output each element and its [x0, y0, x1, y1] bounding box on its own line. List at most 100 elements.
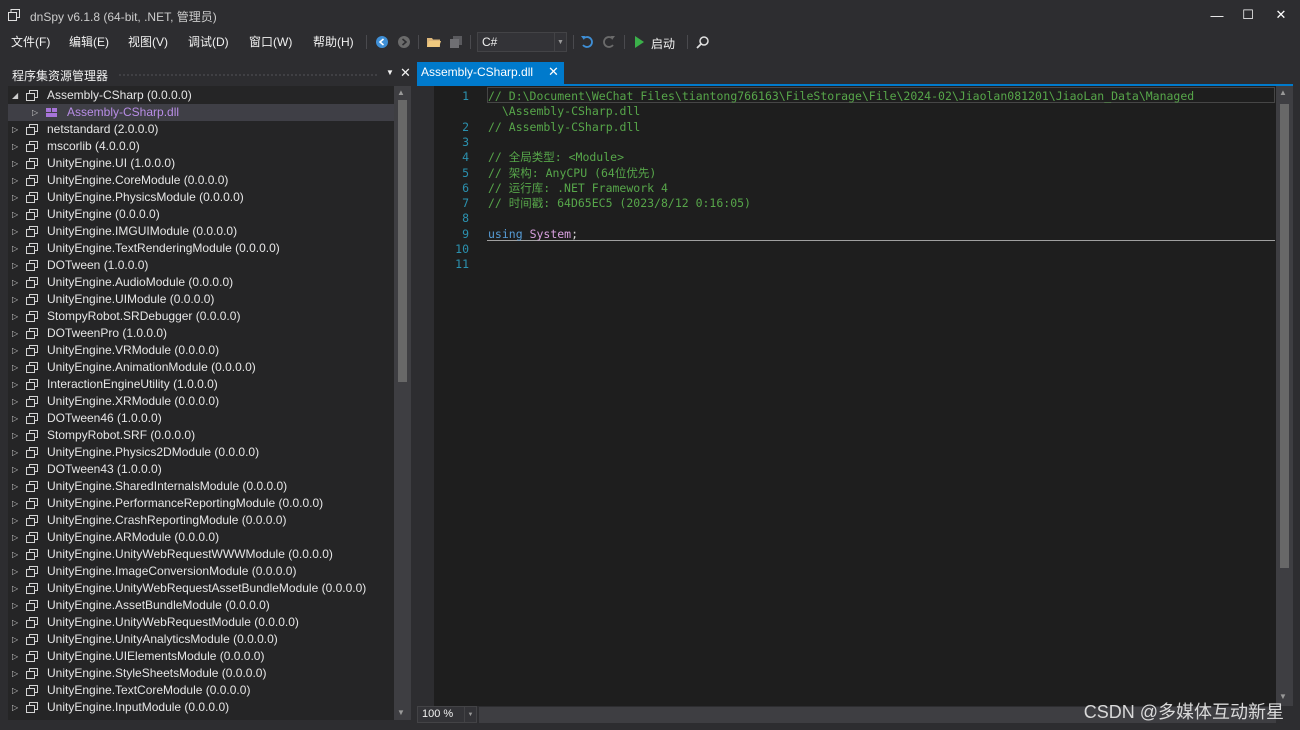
code-line[interactable]: // 运行库: .NET Framework 4	[488, 181, 668, 195]
tree-item-assembly[interactable]: ▷ UnityEngine.SharedInternalsModule (0.0.…	[8, 478, 394, 495]
scroll-up-icon[interactable]: ▲	[1279, 88, 1287, 97]
tree-item-assembly[interactable]: ▷ UnityEngine.StyleSheetsModule (0.0.0.0)	[8, 665, 394, 682]
tree-item-module[interactable]: ▷ Assembly-CSharp.dll	[8, 104, 394, 121]
tree-item-assembly[interactable]: ▷ StompyRobot.SRDebugger (0.0.0.0)	[8, 308, 394, 325]
expand-arrow-icon[interactable]: ▷	[12, 359, 22, 376]
expand-arrow-icon[interactable]: ▷	[12, 665, 22, 682]
tree-item-assembly[interactable]: ▷ UnityEngine.AudioModule (0.0.0.0)	[8, 274, 394, 291]
undo-icon[interactable]	[578, 33, 596, 51]
expand-arrow-icon[interactable]: ▷	[12, 206, 22, 223]
code-line[interactable]: // 全局类型: <Module>	[488, 150, 624, 164]
expand-arrow-icon[interactable]: ▷	[12, 393, 22, 410]
menu-edit[interactable]: 编辑(E)	[67, 33, 111, 50]
tree-item-assembly[interactable]: ▷ DOTween46 (1.0.0.0)	[8, 410, 394, 427]
maximize-button[interactable]: ☐	[1231, 0, 1265, 30]
back-icon[interactable]	[373, 33, 391, 51]
expand-arrow-icon[interactable]: ▷	[12, 512, 22, 529]
tree-item-assembly[interactable]: ▷ UnityEngine.XRModule (0.0.0.0)	[8, 393, 394, 410]
expand-arrow-icon[interactable]: ▷	[12, 342, 22, 359]
tree-item-assembly[interactable]: ▷ UnityEngine.UIModule (0.0.0.0)	[8, 291, 394, 308]
tree-item-assembly[interactable]: ▷ UnityEngine.TextCoreModule (0.0.0.0)	[8, 682, 394, 699]
expand-arrow-icon[interactable]: ▷	[12, 189, 22, 206]
expand-arrow-icon[interactable]: ▷	[12, 478, 22, 495]
code-line[interactable]: // 架构: AnyCPU (64位优先)	[488, 166, 656, 180]
code-line[interactable]: // D:\Document\WeChat Files\tiantong7661…	[488, 89, 1194, 103]
tree-item-assembly[interactable]: ▷ UnityEngine.PhysicsModule (0.0.0.0)	[8, 189, 394, 206]
expand-arrow-icon[interactable]: ▷	[12, 121, 22, 138]
expand-arrow-icon[interactable]: ▷	[12, 495, 22, 512]
tree-item-assembly[interactable]: ▷ UnityEngine.UnityWebRequestAssetBundleM…	[8, 580, 394, 597]
tree-item-assembly[interactable]: ▷ UnityEngine.CoreModule (0.0.0.0)	[8, 172, 394, 189]
tree-item-assembly[interactable]: ▷ UnityEngine.ARModule (0.0.0.0)	[8, 529, 394, 546]
expand-arrow-icon[interactable]: ▷	[12, 461, 22, 478]
expand-arrow-icon[interactable]: ▷	[12, 614, 22, 631]
expand-arrow-icon[interactable]: ▷	[12, 410, 22, 427]
tree-item-assembly[interactable]: ▷ UnityEngine.Physics2DModule (0.0.0.0)	[8, 444, 394, 461]
expand-arrow-icon[interactable]: ▷	[12, 444, 22, 461]
collapse-arrow-icon[interactable]: ◢	[12, 87, 22, 104]
expand-arrow-icon[interactable]: ▷	[12, 699, 22, 716]
close-icon[interactable]: ✕	[548, 64, 559, 80]
expand-arrow-icon[interactable]: ▷	[12, 138, 22, 155]
redo-icon[interactable]	[600, 33, 618, 51]
expand-arrow-icon[interactable]: ▷	[12, 631, 22, 648]
tree-item-assembly[interactable]: ▷ UnityEngine.ImageConversionModule (0.0.…	[8, 563, 394, 580]
minimize-button[interactable]: —	[1200, 0, 1234, 30]
tree-item-assembly[interactable]: ▷ DOTween (1.0.0.0)	[8, 257, 394, 274]
expand-arrow-icon[interactable]: ▷	[12, 682, 22, 699]
tree-item-assembly[interactable]: ▷ UnityEngine.IMGUIModule (0.0.0.0)	[8, 223, 394, 240]
expand-arrow-icon[interactable]: ▷	[12, 648, 22, 665]
tree-item-assembly[interactable]: ▷ UnityEngine.TextRenderingModule (0.0.0.…	[8, 240, 394, 257]
tree-item-assembly[interactable]: ▷ UnityEngine.UI (1.0.0.0)	[8, 155, 394, 172]
expand-arrow-icon[interactable]: ▷	[12, 597, 22, 614]
expand-arrow-icon[interactable]: ▷	[12, 325, 22, 342]
editor-vertical-scrollbar[interactable]: ▲ ▼	[1276, 86, 1293, 706]
expand-arrow-icon[interactable]: ▷	[12, 529, 22, 546]
tree-item-assembly[interactable]: ▷ InteractionEngineUtility (1.0.0.0)	[8, 376, 394, 393]
close-window-button[interactable]: ✕	[1264, 0, 1298, 30]
tab-assembly-csharp-dll[interactable]: Assembly-CSharp.dll ✕	[417, 62, 564, 84]
code-line[interactable]: \Assembly-CSharp.dll	[488, 104, 640, 118]
expand-arrow-icon[interactable]: ▷	[12, 580, 22, 597]
forward-icon[interactable]	[395, 33, 413, 51]
expand-arrow-icon[interactable]: ▷	[12, 376, 22, 393]
expand-arrow-icon[interactable]: ▷	[12, 427, 22, 444]
search-icon[interactable]	[694, 33, 712, 51]
tree-item-assembly[interactable]: ▷ DOTween43 (1.0.0.0)	[8, 461, 394, 478]
code-editor[interactable]: 1 // D:\Document\WeChat Files\tiantong766…	[417, 86, 1293, 706]
tree-item-assembly[interactable]: ▷ UnityEngine.UnityWebRequestModule (0.0.…	[8, 614, 394, 631]
expand-arrow-icon[interactable]: ▷	[12, 563, 22, 580]
close-icon[interactable]: ✕	[400, 65, 411, 81]
expand-arrow-icon[interactable]: ▷	[12, 155, 22, 172]
tree-item-assembly[interactable]: ▷ netstandard (2.0.0.0)	[8, 121, 394, 138]
expand-arrow-icon[interactable]: ▷	[12, 257, 22, 274]
tree-item-assembly[interactable]: ▷ UnityEngine.UIElementsModule (0.0.0.0)	[8, 648, 394, 665]
tree-item-assembly[interactable]: ▷ UnityEngine.AnimationModule (0.0.0.0)	[8, 359, 394, 376]
scroll-down-icon[interactable]: ▼	[397, 708, 405, 717]
zoom-select[interactable]: 100 % ▼	[417, 706, 477, 723]
assembly-tree[interactable]: ◢ Assembly-CSharp (0.0.0.0) ▷ Assembly-CSha…	[8, 86, 394, 720]
tree-item-assembly[interactable]: ▷ UnityEngine.CrashReportingModule (0.0.0…	[8, 512, 394, 529]
tree-scroll-thumb[interactable]	[398, 100, 407, 382]
language-select[interactable]: C# ▼	[477, 32, 567, 52]
tree-item-assembly[interactable]: ▷ UnityEngine.UnityAnalyticsModule (0.0.0…	[8, 631, 394, 648]
code-line[interactable]: // 时间戳: 64D65EC5 (2023/8/12 0:16:05)	[488, 196, 751, 210]
tree-item-assembly[interactable]: ▷ UnityEngine.PerformanceReportingModule …	[8, 495, 394, 512]
menu-debug[interactable]: 调试(D)	[186, 33, 231, 50]
tree-item-assembly[interactable]: ▷ UnityEngine.InputModule (0.0.0.0)	[8, 699, 394, 716]
editor-scroll-thumb[interactable]	[1280, 104, 1289, 568]
save-all-icon[interactable]	[447, 33, 465, 51]
tree-item-assembly[interactable]: ▷ UnityEngine (0.0.0.0)	[8, 206, 394, 223]
expand-arrow-icon[interactable]: ▷	[12, 308, 22, 325]
code-line[interactable]: using System;	[488, 227, 578, 241]
open-folder-icon[interactable]	[425, 33, 443, 51]
menu-file[interactable]: 文件(F)	[9, 33, 52, 50]
expand-arrow-icon[interactable]: ▷	[12, 172, 22, 189]
tree-item-assembly[interactable]: ▷ UnityEngine.AssetBundleModule (0.0.0.0)	[8, 597, 394, 614]
expand-arrow-icon[interactable]: ▷	[12, 240, 22, 257]
tree-item-assembly[interactable]: ▷ mscorlib (4.0.0.0)	[8, 138, 394, 155]
expand-arrow-icon[interactable]: ▷	[12, 546, 22, 563]
chevron-down-icon[interactable]: ▼	[386, 68, 394, 77]
expand-arrow-icon[interactable]: ▷	[12, 291, 22, 308]
expand-arrow-icon[interactable]: ▷	[12, 274, 22, 291]
